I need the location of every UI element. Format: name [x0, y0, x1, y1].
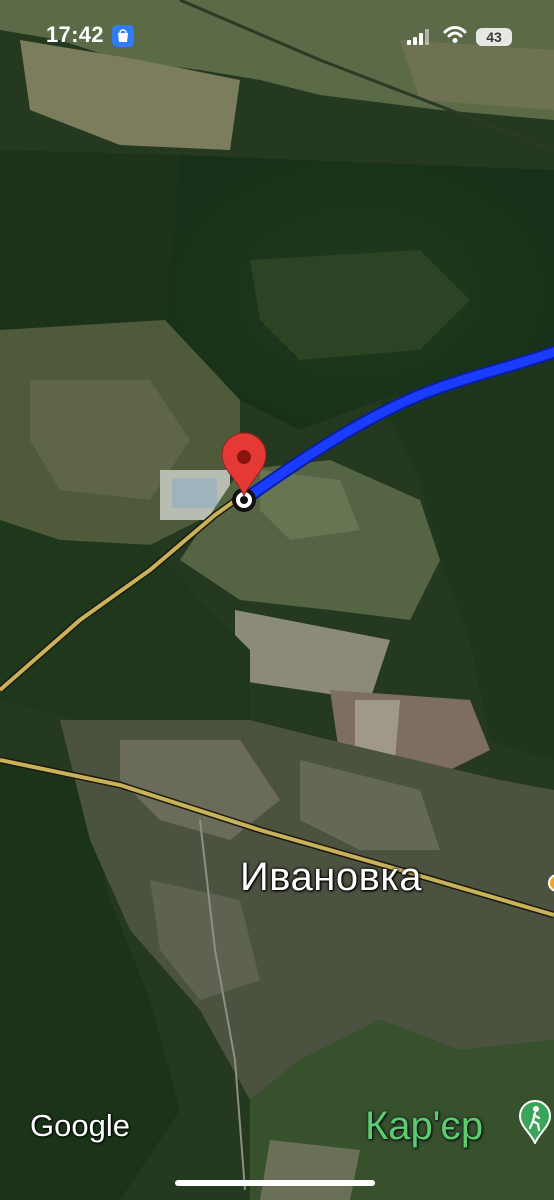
shop-bag-icon: [112, 25, 134, 47]
field-area: [260, 1140, 360, 1200]
battery-level: 43: [486, 29, 502, 45]
home-indicator[interactable]: [175, 1180, 375, 1186]
hiking-icon[interactable]: [518, 1100, 552, 1144]
battery-icon: 43: [476, 28, 512, 46]
quarry-label[interactable]: Кар'єр: [365, 1104, 483, 1149]
status-time: 17:42: [46, 22, 104, 47]
forest-area: [0, 150, 180, 330]
town-label[interactable]: Ивановка: [240, 855, 422, 900]
wifi-icon: [443, 26, 467, 43]
facility-area: [172, 478, 217, 508]
status-bar: 17:42 43: [0, 0, 554, 74]
cellular-signal-icon: [407, 29, 429, 45]
satellite-map[interactable]: [0, 0, 554, 1200]
google-attribution: Google: [30, 1108, 130, 1143]
